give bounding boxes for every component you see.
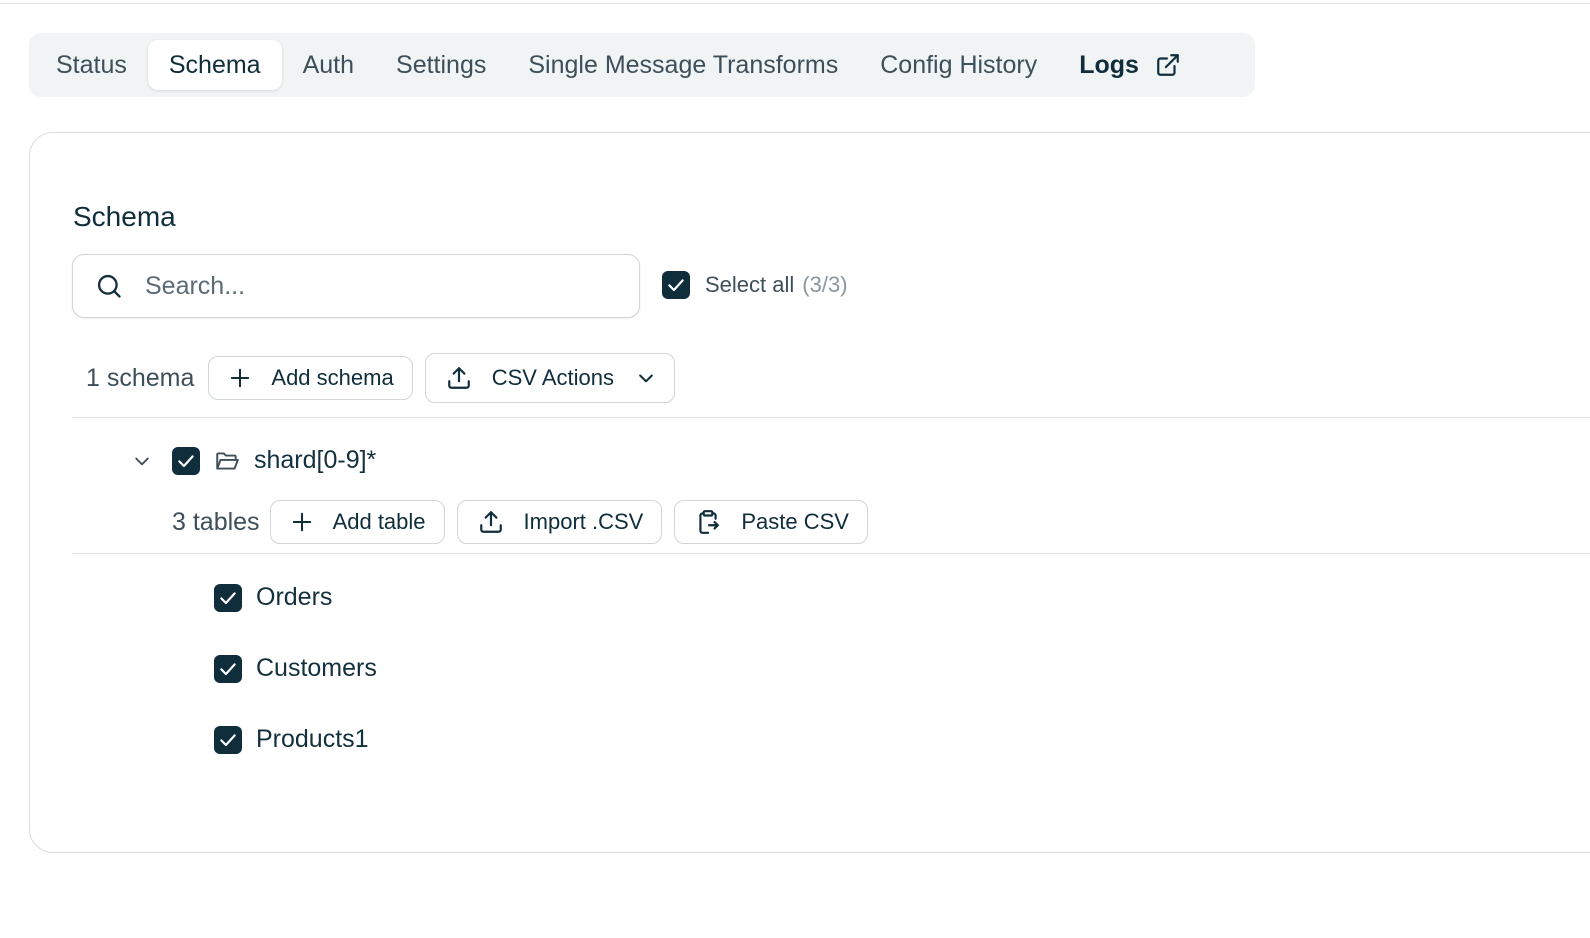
tab-logs[interactable]: Logs xyxy=(1058,40,1202,90)
tab-schema[interactable]: Schema xyxy=(147,40,282,90)
table-item-orders[interactable]: Orders xyxy=(214,583,332,612)
table-item-products1[interactable]: Products1 xyxy=(214,725,369,754)
table-actions-bar: 3 tables Add table Import .CSV Paste CSV xyxy=(172,500,880,544)
schema-name: shard[0-9]* xyxy=(254,446,377,474)
table-name: Orders xyxy=(256,583,333,611)
section-title: Schema xyxy=(73,201,176,232)
add-schema-button[interactable]: Add schema xyxy=(208,356,413,400)
add-schema-label: Add schema xyxy=(271,365,394,390)
plus-icon xyxy=(292,512,311,532)
schema-actions-bar: 1 schema Add schema CSV Actions xyxy=(86,353,687,403)
clipboard-paste-icon xyxy=(699,510,720,534)
add-table-button[interactable]: Add table xyxy=(269,500,445,544)
tab-auth[interactable]: Auth xyxy=(282,40,375,90)
select-all-count: (3/3) xyxy=(802,272,848,297)
search-box xyxy=(72,254,640,318)
select-all-checkbox[interactable] xyxy=(662,271,690,299)
divider xyxy=(72,417,1590,418)
table-checkbox[interactable] xyxy=(214,725,242,754)
search-input[interactable] xyxy=(143,270,627,302)
import-csv-button[interactable]: Import .CSV xyxy=(456,500,663,544)
check-icon xyxy=(220,591,236,604)
divider xyxy=(72,553,1590,554)
table-name: Customers xyxy=(256,654,377,682)
check-icon xyxy=(178,454,194,467)
schema-count: 1 schema xyxy=(86,363,195,392)
table-checkbox[interactable] xyxy=(214,654,242,683)
schema-card: Schema Select all (3/3) 1 schema Add sch… xyxy=(29,132,1590,853)
tables-count: 3 tables xyxy=(172,507,260,536)
chevron-down-icon xyxy=(639,374,653,383)
folder-open-icon xyxy=(216,451,239,470)
check-icon xyxy=(668,279,684,292)
check-icon xyxy=(220,662,236,675)
chevron-down-icon[interactable] xyxy=(132,451,152,471)
upload-icon xyxy=(479,511,502,533)
external-link-icon xyxy=(1157,54,1179,76)
check-icon xyxy=(220,733,236,746)
import-csv-label: Import .CSV xyxy=(523,509,644,534)
csv-actions-label: CSV Actions xyxy=(491,365,614,390)
select-all[interactable]: Select all (3/3) xyxy=(662,271,848,299)
schema-checkbox[interactable] xyxy=(172,446,200,475)
tab-single-message-transforms[interactable]: Single Message Transforms xyxy=(507,40,859,90)
paste-csv-label: Paste CSV xyxy=(741,509,849,534)
plus-icon xyxy=(231,368,250,388)
tab-bar: Status Schema Auth Settings Single Messa… xyxy=(29,33,1255,97)
search-icon xyxy=(97,274,121,298)
tab-status[interactable]: Status xyxy=(35,40,148,90)
csv-actions-button[interactable]: CSV Actions xyxy=(424,353,675,403)
tab-logs-label: Logs xyxy=(1079,50,1139,79)
schema-row: shard[0-9]* xyxy=(132,446,376,475)
select-all-label: Select all xyxy=(705,272,795,297)
table-checkbox[interactable] xyxy=(214,583,242,612)
table-item-customers[interactable]: Customers xyxy=(214,654,377,683)
paste-csv-button[interactable]: Paste CSV xyxy=(674,500,868,544)
upload-icon xyxy=(447,367,470,389)
tab-config-history[interactable]: Config History xyxy=(859,40,1058,90)
add-table-label: Add table xyxy=(332,509,426,534)
tab-settings[interactable]: Settings xyxy=(375,40,507,90)
top-divider xyxy=(0,3,1590,4)
table-name: Products1 xyxy=(256,725,369,753)
